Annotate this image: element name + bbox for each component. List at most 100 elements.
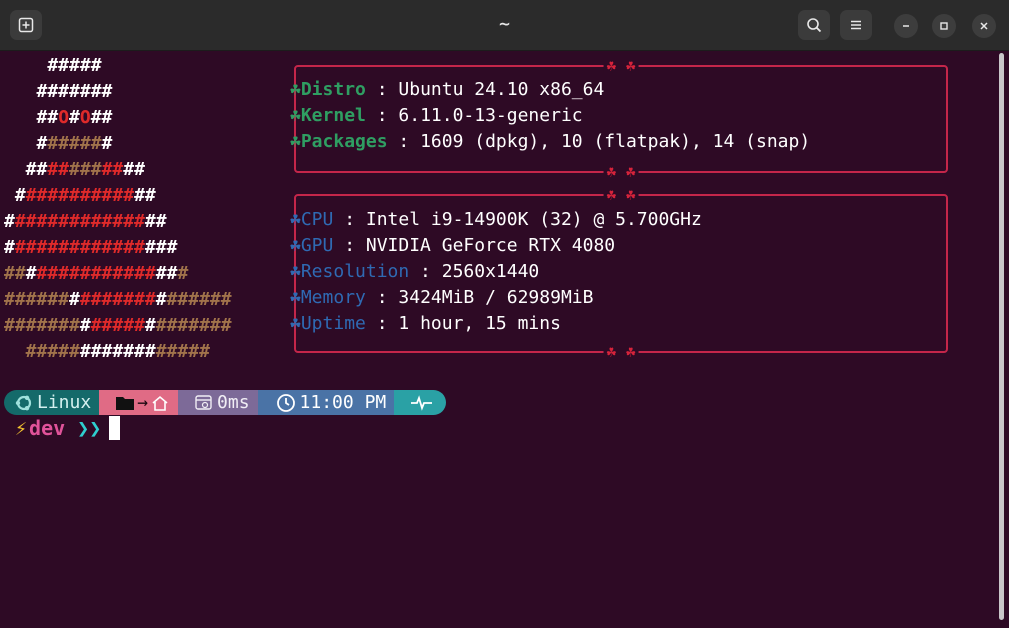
terminal-window: ~ ##### ####### ##O#O## ####### ########… xyxy=(0,0,1009,628)
ascii-logo-segment: # xyxy=(25,263,37,284)
close-icon xyxy=(980,22,988,30)
clover-bullet-icon: ☘ xyxy=(290,79,301,100)
info-label: Kernel xyxy=(300,105,366,126)
clover-bullet-icon: ☘ xyxy=(290,261,301,282)
ascii-logo-segment: O xyxy=(79,107,91,128)
home-icon xyxy=(152,395,168,411)
ascii-logo-segment: ####### xyxy=(79,289,156,310)
info-label: Uptime xyxy=(300,313,366,334)
ascii-logo-segment: ## xyxy=(155,263,178,284)
minimize-icon xyxy=(903,25,909,27)
ascii-logo-line: ####### xyxy=(4,131,232,157)
ascii-logo-segment: ########## xyxy=(25,185,135,206)
info-label: Packages xyxy=(300,131,388,152)
terminal-scrollbar[interactable] xyxy=(999,53,1004,620)
ascii-logo-segment: # xyxy=(69,107,80,128)
ascii-logo-segment: # xyxy=(4,237,15,258)
ascii-logo-segment: ##### xyxy=(47,133,102,154)
info-value: Ubuntu 24.10 x86_64 xyxy=(398,79,605,100)
ascii-logo-segment: # xyxy=(177,263,189,284)
close-button[interactable] xyxy=(972,14,996,38)
ascii-logo-segment: ## xyxy=(47,159,70,180)
ascii-logo-segment: ##### xyxy=(155,341,210,362)
info-separator: : xyxy=(387,131,421,152)
clover-bullet-icon: ☘ xyxy=(290,131,301,152)
ascii-logo-segment: ## xyxy=(4,159,48,180)
info-row: ☘Memory : 3424MiB / 62989MiB xyxy=(290,285,702,311)
info-value: 6.11.0-13-generic xyxy=(398,105,583,126)
minimize-button[interactable] xyxy=(894,14,918,38)
ascii-logo: ##### ####### ##O#O## ####### ##########… xyxy=(4,53,232,365)
ascii-logo-segment: ####### xyxy=(4,81,113,102)
info-separator: : xyxy=(333,235,366,256)
ascii-logo-line: ########### xyxy=(4,157,232,183)
ascii-logo-segment: # xyxy=(4,185,26,206)
prompt-time: 11:00 PM xyxy=(299,391,387,413)
info-separator: : xyxy=(333,209,366,230)
ascii-logo-segment: ####### xyxy=(4,315,80,336)
info-separator: : xyxy=(365,287,399,308)
frame-clover-top: ☘ ☘ xyxy=(603,187,639,203)
ascii-logo-line: ################# xyxy=(4,261,232,287)
info-row: ☘Resolution : 2560x1440 xyxy=(290,259,702,285)
ascii-logo-segment: # xyxy=(4,211,15,232)
ascii-logo-segment: ## xyxy=(144,211,167,232)
ascii-logo-segment: ########### xyxy=(36,263,156,284)
info-value: NVIDIA GeForce RTX 4080 xyxy=(365,235,616,256)
info-label: Memory xyxy=(300,287,366,308)
clover-bullet-icon: ☘ xyxy=(290,209,301,230)
maximize-icon xyxy=(940,22,948,30)
info-row: ☘CPU : Intel i9-14900K (32) @ 5.700GHz xyxy=(290,207,702,233)
info-row: ☘Uptime : 1 hour, 15 mins xyxy=(290,311,702,337)
ascii-logo-line: ##### xyxy=(4,53,232,79)
info-row: ☘Kernel : 6.11.0-13-generic xyxy=(290,103,810,129)
ascii-logo-line: ##O#O## xyxy=(4,105,232,131)
ascii-logo-segment: # xyxy=(144,315,156,336)
ascii-logo-segment: ##### xyxy=(4,55,102,76)
hamburger-menu-icon xyxy=(851,20,861,30)
prompt-segment-os: Linux xyxy=(4,390,100,415)
search-button[interactable] xyxy=(798,10,830,40)
info-value: 1609 (dpkg), 10 (flatpak), 14 (snap) xyxy=(420,131,811,152)
lightning-icon: ⚡ xyxy=(15,416,28,440)
maximize-button[interactable] xyxy=(932,14,956,38)
prompt-segment-duration: 0ms xyxy=(178,390,258,415)
timer-icon xyxy=(195,394,212,410)
info-separator: : xyxy=(365,79,399,100)
info-value: 2560x1440 xyxy=(441,261,540,282)
ascii-logo-segment: ###### xyxy=(4,289,70,310)
info-label: Resolution xyxy=(300,261,410,282)
pulse-icon xyxy=(411,394,433,411)
info-label: Distro xyxy=(300,79,366,100)
prompt-user: dev xyxy=(29,416,66,440)
text-cursor xyxy=(109,416,121,440)
menu-button[interactable] xyxy=(840,10,872,40)
ascii-logo-segment: ####### xyxy=(79,341,156,362)
clock-icon xyxy=(276,393,295,412)
info-label: GPU xyxy=(300,235,334,256)
ascii-logo-line: ################# xyxy=(4,339,232,365)
info-row: ☘Packages : 1609 (dpkg), 10 (flatpak), 1… xyxy=(290,129,810,155)
info-row: ☘Distro : Ubuntu 24.10 x86_64 xyxy=(290,77,810,103)
info-separator: : xyxy=(365,105,399,126)
ascii-logo-segment: ###### xyxy=(166,289,232,310)
ascii-logo-line: ####### xyxy=(4,79,232,105)
ubuntu-icon xyxy=(15,395,32,410)
ascii-logo-segment: O xyxy=(58,107,70,128)
ascii-logo-segment: # xyxy=(69,289,80,310)
ascii-logo-line: ################ xyxy=(4,235,232,261)
terminal-output[interactable]: ##### ####### ##O#O## ####### ##########… xyxy=(0,51,1000,628)
ascii-logo-segment: ####### xyxy=(155,315,232,336)
info-value: Intel i9-14900K (32) @ 5.700GHz xyxy=(365,209,702,230)
hardware-info-list: ☘CPU : Intel i9-14900K (32) @ 5.700GHz ☘G… xyxy=(290,207,702,337)
frame-clover-bottom: ☘ ☘ xyxy=(603,344,639,360)
ascii-logo-segment: ### xyxy=(144,237,178,258)
ascii-logo-line: ############### xyxy=(4,209,232,235)
ascii-logo-segment: ## xyxy=(4,107,59,128)
prompt-segment-health xyxy=(394,390,447,415)
info-separator: : xyxy=(365,313,399,334)
ascii-logo-segment: ## xyxy=(101,159,124,180)
frame-clover-bottom: ☘ ☘ xyxy=(603,164,639,180)
prompt-line: ⚡ dev ❯❯ xyxy=(15,415,121,441)
prompt-os-label: Linux xyxy=(37,391,92,413)
